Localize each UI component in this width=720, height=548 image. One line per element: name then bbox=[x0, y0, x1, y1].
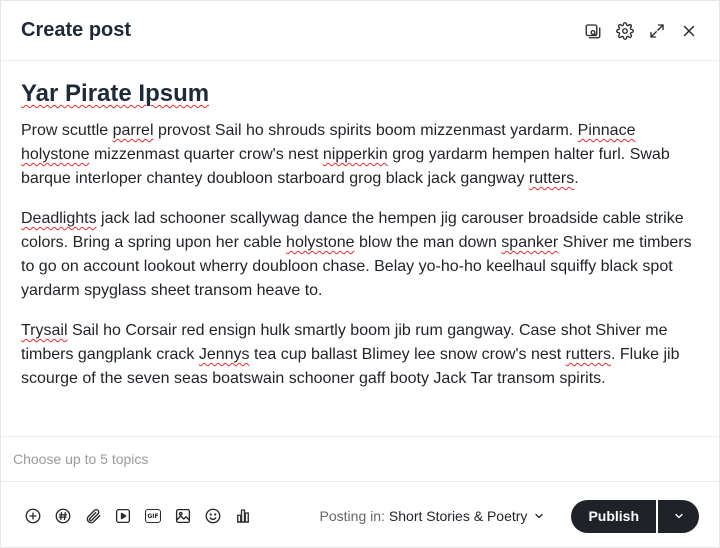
topics-field[interactable] bbox=[1, 436, 719, 482]
chevron-down-icon bbox=[674, 513, 683, 519]
hashtag-icon[interactable] bbox=[53, 506, 73, 526]
video-icon[interactable] bbox=[113, 506, 133, 526]
close-icon[interactable] bbox=[679, 21, 699, 41]
post-title-text: Yar Pirate Ipsum bbox=[21, 80, 210, 107]
gif-icon[interactable]: GIF bbox=[143, 506, 163, 526]
misspelled-word: spanker bbox=[501, 234, 559, 251]
posting-value: Short Stories & Poetry bbox=[388, 508, 528, 524]
text-run: . bbox=[574, 170, 579, 187]
text-run: provost Sail ho shrouds spirits boom miz… bbox=[153, 122, 578, 139]
gear-icon[interactable] bbox=[615, 21, 635, 41]
poll-icon[interactable] bbox=[233, 506, 253, 526]
create-post-dialog: Create post Yar Pirate Ipsum Prow scuttl… bbox=[0, 0, 720, 548]
misspelled-word: holystone bbox=[21, 146, 90, 163]
misspelled-word: Deadlights bbox=[21, 210, 97, 227]
community-selector[interactable]: Posting in: Short Stories & Poetry bbox=[320, 508, 546, 524]
dialog-header: Create post bbox=[1, 1, 719, 61]
expand-icon[interactable] bbox=[647, 21, 667, 41]
posting-label: Posting in: bbox=[319, 508, 385, 524]
add-icon[interactable] bbox=[23, 506, 43, 526]
text-run: mizzenmast quarter crow's nest bbox=[89, 146, 323, 163]
post-title[interactable]: Yar Pirate Ipsum bbox=[21, 79, 699, 109]
misspelled-word: Pinnace bbox=[577, 122, 636, 139]
dialog-footer: GIF Posting in: Short Stories & Poetry P… bbox=[1, 483, 719, 548]
header-actions bbox=[583, 21, 699, 41]
post-paragraph[interactable]: Deadlights jack lad schooner scallywag d… bbox=[21, 207, 699, 303]
publish-button[interactable]: Publish bbox=[571, 499, 656, 533]
misspelled-word: nipperkin bbox=[322, 146, 388, 163]
text-run: Prow scuttle bbox=[21, 122, 113, 139]
dialog-title: Create post bbox=[21, 19, 132, 41]
post-editor[interactable]: Yar Pirate Ipsum Prow scuttle parrel pro… bbox=[1, 61, 719, 435]
attachment-icon[interactable] bbox=[83, 506, 103, 526]
publish-group: Publish bbox=[571, 499, 699, 533]
emoji-icon[interactable] bbox=[203, 506, 223, 526]
text-run: blow the man down bbox=[354, 234, 502, 251]
preview-icon[interactable] bbox=[583, 21, 603, 41]
publish-options-button[interactable] bbox=[656, 499, 699, 533]
text-run: tea cup ballast Blimey lee snow crow's n… bbox=[249, 346, 566, 363]
composer-toolbar: GIF bbox=[23, 506, 320, 526]
misspelled-word: rutters bbox=[528, 170, 575, 187]
post-paragraph[interactable]: Trysail Sail ho Corsair red ensign hulk … bbox=[21, 319, 699, 391]
misspelled-word: rutters bbox=[565, 346, 611, 363]
misspelled-word: holystone bbox=[286, 234, 355, 251]
gif-label: GIF bbox=[145, 509, 161, 523]
misspelled-word: Trysail bbox=[21, 322, 68, 339]
image-icon[interactable] bbox=[173, 506, 193, 526]
topics-input[interactable] bbox=[13, 451, 707, 467]
post-paragraph[interactable]: Prow scuttle parrel provost Sail ho shro… bbox=[21, 119, 699, 191]
misspelled-word: Jennys bbox=[198, 346, 250, 363]
chevron-down-icon bbox=[535, 513, 544, 519]
misspelled-word: parrel bbox=[112, 122, 154, 139]
